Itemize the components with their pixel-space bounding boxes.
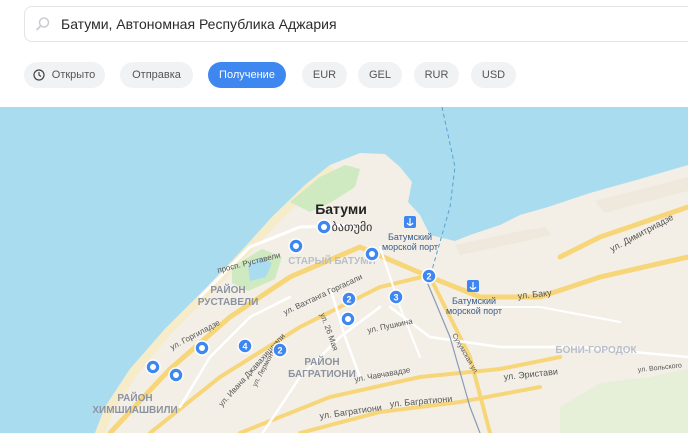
city-name-local: ბათუმი [332,220,373,234]
search-input[interactable]: Батуми, Автономная Республика Аджария [61,7,337,41]
district-bagrationi-2: БАГРАТИОНИ [288,369,356,380]
filter-eur-label: EUR [312,69,337,81]
filter-eur[interactable]: EUR [302,62,347,88]
filter-send-label: Отправка [132,69,181,81]
filter-gel[interactable]: GEL [358,62,402,88]
map-marker-count: 4 [242,342,247,352]
map-marker[interactable] [364,246,380,262]
map-marker[interactable]: 2 [421,268,437,284]
district-boni: БОНИ-ГОРОДОК [555,345,637,356]
map[interactable]: Батуми ბათუმი СТАРЫЙ БАТУМИ РАЙОН РУСТАВ… [0,107,688,433]
filter-receive-label: Получение [219,69,275,81]
map-marker[interactable] [194,340,210,356]
district-bagrationi-1: РАЙОН [304,355,339,368]
port-icon [404,216,416,228]
port-label-2b: морской порт [446,306,502,316]
map-marker-count: 3 [393,293,398,303]
map-marker[interactable] [145,359,161,375]
map-marker-count: 2 [277,346,282,356]
district-old-batumi: СТАРЫЙ БАТУМИ [288,254,375,267]
map-marker-count: 2 [426,272,431,282]
map-marker[interactable]: 2 [341,291,357,307]
district-rustaveli-1: РАЙОН [210,283,245,296]
district-rustaveli-2: РУСТАВЕЛИ [198,297,259,308]
port-label-2a: Батумский [452,296,496,306]
filter-rur-label: RUR [424,69,449,81]
map-marker[interactable] [168,367,184,383]
map-marker[interactable]: 3 [388,289,404,305]
filter-rur[interactable]: RUR [414,62,459,88]
district-khimshiashvili-1: РАЙОН [117,391,152,404]
city-name: Батуми [315,201,367,217]
map-marker[interactable] [316,219,332,235]
filter-receive[interactable]: Получение [208,62,286,88]
map-marker[interactable] [288,238,304,254]
filter-open[interactable]: Открыто [24,62,105,88]
clock-icon [33,69,45,81]
map-marker-count: 2 [346,295,351,305]
filter-usd[interactable]: USD [471,62,516,88]
search-icon [36,17,50,31]
filter-gel-label: GEL [368,69,391,81]
search-bar[interactable]: Батуми, Автономная Республика Аджария [24,6,688,42]
map-marker[interactable]: 2 [272,342,288,358]
port-icon-east [467,280,479,292]
map-marker[interactable] [340,311,356,327]
port-label-1a: Батумский [388,232,432,242]
filter-usd-label: USD [481,69,506,81]
map-marker[interactable]: 4 [237,338,253,354]
filter-send[interactable]: Отправка [120,62,193,88]
port-label-1b: морской порт [382,242,438,252]
filter-open-label: Открыто [51,69,96,81]
district-khimshiashvili-2: ХИМШИАШВИЛИ [92,405,177,416]
map-canvas[interactable]: Батуми ბათუმი СТАРЫЙ БАТУМИ РАЙОН РУСТАВ… [0,107,688,433]
